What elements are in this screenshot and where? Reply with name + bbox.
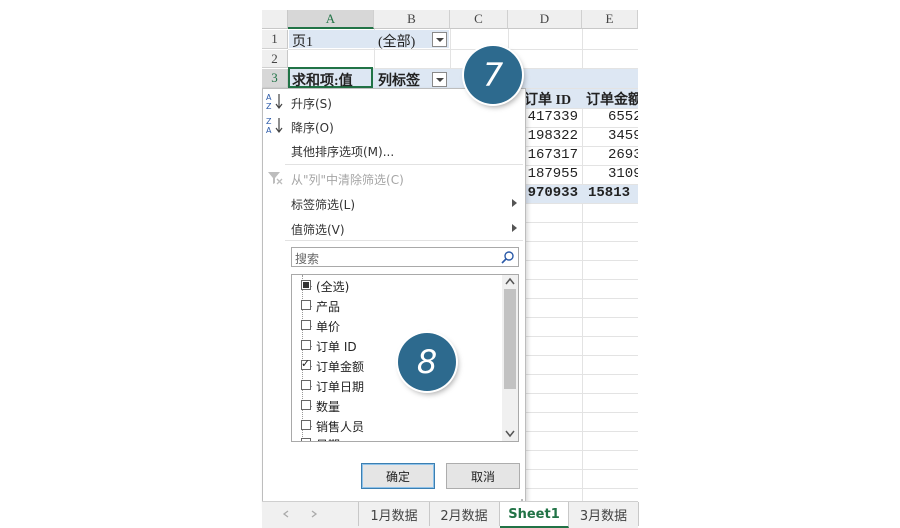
svg-text:A: A	[266, 126, 272, 135]
column-header-c[interactable]: C	[450, 10, 508, 29]
column-labels-dropdown-button[interactable]	[432, 72, 447, 87]
submenu-arrow-icon	[512, 199, 517, 207]
cancel-button[interactable]: 取消	[446, 463, 520, 489]
list-item-label: 单价	[316, 320, 341, 334]
unchecked-checkbox-icon[interactable]	[301, 300, 311, 310]
sheet-tab-bar: 1月数据 2月数据 Sheet1 3月数据	[262, 501, 639, 528]
header-order-id[interactable]: 订单 ID	[524, 89, 571, 109]
value-filter-item[interactable]: 值筛选(V)	[291, 221, 345, 238]
svg-text:Z: Z	[266, 117, 272, 126]
list-scrollbar[interactable]	[502, 275, 518, 441]
partial-checkbox-icon[interactable]	[301, 280, 311, 290]
order-amount-value[interactable]: 2693	[608, 147, 638, 163]
step-badge-8: 8	[398, 333, 456, 391]
checked-checkbox-icon[interactable]	[301, 357, 311, 370]
list-item-label: (全选)	[316, 280, 350, 294]
scroll-up-icon[interactable]	[505, 277, 515, 285]
tab-feb-data[interactable]: 2月数据	[429, 502, 500, 526]
menu-separator	[285, 240, 523, 241]
field-checkbox-item[interactable]: 订单 ID	[301, 338, 357, 355]
pivot-filter-fill	[289, 30, 449, 48]
pivot-values-label[interactable]: 求和项:值	[292, 70, 353, 90]
grid-line	[288, 49, 638, 50]
order-amount-value[interactable]: 3109	[608, 166, 638, 182]
column-header-a[interactable]: A	[288, 10, 374, 29]
unchecked-checkbox-icon[interactable]	[301, 420, 311, 430]
step-badge-7: 7	[464, 46, 522, 104]
select-all-checkbox-item[interactable]: (全选)	[301, 278, 350, 295]
sort-descending-icon: Z A	[266, 117, 283, 135]
field-checkbox-item[interactable]: 销售人员	[301, 418, 365, 435]
list-item-label: 数量	[316, 400, 341, 414]
submenu-arrow-icon	[512, 224, 517, 232]
search-placeholder: 搜索	[295, 252, 320, 266]
field-checkbox-item[interactable]: 数量	[301, 398, 341, 415]
unchecked-checkbox-icon[interactable]	[301, 320, 311, 330]
tab-jan-data[interactable]: 1月数据	[358, 502, 430, 526]
clear-filter-icon	[268, 172, 283, 185]
menu-separator	[285, 164, 523, 165]
row-header-3[interactable]: 3	[262, 69, 288, 88]
column-filter-menu: A Z 升序(S) Z A 降序(O) 其他排序选项(M)... 从"列"中清除…	[262, 88, 526, 508]
field-checkbox-item[interactable]: 订单日期	[301, 378, 365, 395]
clear-filter-item: 从"列"中清除筛选(C)	[291, 173, 404, 187]
list-item-label: 订单 ID	[316, 340, 357, 354]
row-header-1[interactable]: 1	[262, 30, 288, 49]
unchecked-checkbox-icon[interactable]	[301, 340, 311, 350]
scrollbar-thumb[interactable]	[504, 289, 516, 389]
unchecked-checkbox-icon[interactable]	[301, 380, 311, 390]
field-checkbox-item[interactable]: 日期	[301, 436, 340, 441]
tab-sheet1[interactable]: Sheet1	[500, 502, 569, 528]
header-order-amount[interactable]: 订单金额	[586, 89, 638, 109]
column-header-e[interactable]: E	[582, 10, 638, 29]
tab-scroll-left-icon[interactable]	[282, 510, 290, 518]
list-item-label: 产品	[316, 300, 341, 314]
tab-mar-data[interactable]: 3月数据	[569, 502, 639, 526]
select-all-corner[interactable]	[262, 10, 288, 29]
order-amount-total[interactable]: 15813	[588, 185, 630, 201]
sort-ascending-item[interactable]: 升序(S)	[291, 95, 332, 112]
page-filter-dropdown-button[interactable]	[432, 32, 447, 47]
scroll-down-icon[interactable]	[505, 430, 515, 438]
column-header-b[interactable]: B	[374, 10, 450, 29]
search-icon	[501, 251, 514, 264]
column-labels-header[interactable]: 列标签	[378, 70, 420, 90]
field-checkbox-item[interactable]: 单价	[301, 318, 341, 335]
search-input[interactable]: 搜索	[291, 247, 519, 267]
unchecked-checkbox-icon[interactable]	[301, 438, 311, 441]
tab-scroll-right-icon[interactable]	[310, 510, 318, 518]
svg-text:Z: Z	[266, 102, 272, 111]
row-header-2[interactable]: 2	[262, 50, 288, 68]
field-checkbox-item[interactable]: 产品	[301, 298, 341, 315]
list-item-label: 日期	[316, 438, 340, 441]
sort-descending-item[interactable]: 降序(O)	[291, 119, 334, 136]
sort-ascending-icon: A Z	[266, 93, 283, 111]
list-item-label: 订单日期	[316, 380, 365, 394]
list-item-label: 销售人员	[316, 420, 365, 434]
page-field-label[interactable]: 页1	[292, 31, 313, 51]
unchecked-checkbox-icon[interactable]	[301, 400, 311, 410]
svg-text:A: A	[266, 93, 272, 102]
label-filter-item[interactable]: 标签筛选(L)	[291, 196, 355, 213]
ok-button[interactable]: 确定	[361, 463, 435, 489]
list-item-label: 订单金额	[316, 360, 365, 374]
page-field-value[interactable]: (全部)	[378, 31, 415, 51]
field-checkbox-item[interactable]: 订单金额	[301, 357, 365, 375]
order-amount-value[interactable]: 6552	[608, 109, 638, 125]
order-amount-value[interactable]: 3459	[608, 128, 638, 144]
column-header-d[interactable]: D	[508, 10, 582, 29]
more-sort-options-item[interactable]: 其他排序选项(M)...	[291, 143, 394, 160]
